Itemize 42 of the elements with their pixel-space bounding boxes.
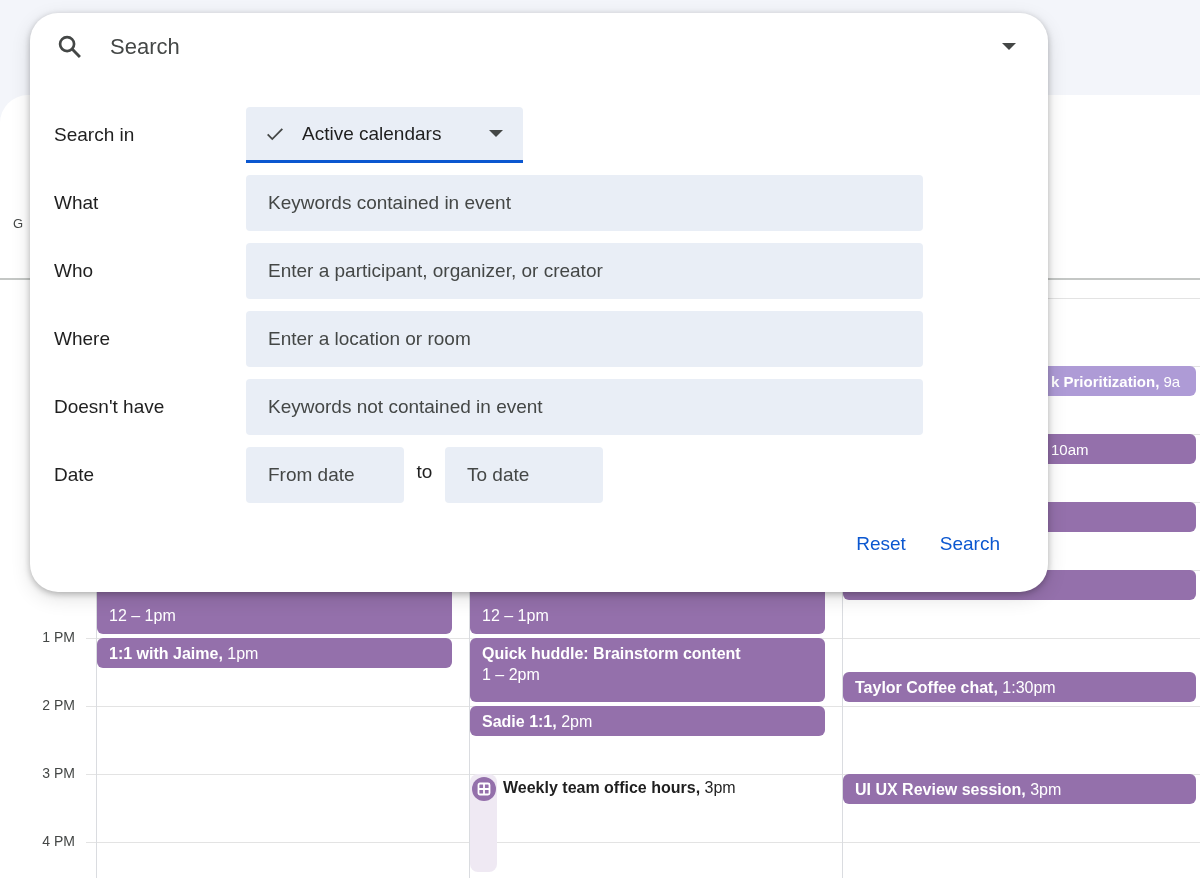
event-title: UI UX Review session, 3pm bbox=[855, 780, 1063, 800]
field-label: Doesn't have bbox=[54, 396, 166, 418]
event-block[interactable]: Sadie 1:1, 2pm bbox=[470, 706, 825, 736]
input-field[interactable]: Keywords contained in event bbox=[246, 175, 923, 231]
search-field[interactable]: Search bbox=[108, 33, 978, 61]
input-field[interactable]: Enter a participant, organizer, or creator bbox=[246, 243, 923, 299]
caret-icon bbox=[489, 129, 503, 138]
event-time: 12 – 1pm bbox=[109, 606, 177, 626]
hour-label: 1 PM bbox=[42, 629, 75, 645]
date-field[interactable]: To date bbox=[445, 447, 603, 503]
reset-button[interactable]: Reset bbox=[844, 525, 918, 563]
field-label: Date bbox=[54, 464, 96, 486]
range-separator: to bbox=[415, 461, 434, 483]
field-label: Search in bbox=[54, 124, 136, 146]
event-block[interactable]: 1:1 with Jaime, 1pm bbox=[97, 638, 452, 668]
event-block[interactable]: UI UX Review session, 3pm bbox=[843, 774, 1196, 804]
event-block[interactable]: Taylor Coffee chat, 1:30pm bbox=[843, 672, 1196, 702]
calendar-select[interactable]: Active calendars bbox=[246, 107, 523, 163]
task-bar[interactable] bbox=[470, 774, 497, 872]
event-time: 12 – 1pm bbox=[482, 606, 550, 626]
field-label: Where bbox=[54, 328, 111, 350]
input-field[interactable]: Keywords not contained in event bbox=[246, 379, 923, 435]
hour-label: 2 PM bbox=[42, 697, 75, 713]
dropdown-caret-icon[interactable] bbox=[1002, 43, 1016, 51]
event-block[interactable]: Quick huddle: Brainstorm content 1 – 2pm bbox=[470, 638, 825, 702]
hour-label: 4 PM bbox=[42, 833, 75, 849]
search-button[interactable]: Search bbox=[927, 525, 1012, 563]
field-label: Who bbox=[54, 260, 95, 282]
event-time: 1 – 2pm bbox=[482, 665, 541, 685]
input-field[interactable]: Enter a location or room bbox=[246, 311, 923, 367]
event-title: 1:1 with Jaime, 1pm bbox=[109, 644, 260, 664]
task-title[interactable]: Weekly team office hours, 3pm bbox=[503, 779, 736, 797]
search-icon bbox=[56, 33, 84, 61]
event-title: Sadie 1:1, 2pm bbox=[482, 712, 594, 732]
event-title: Quick huddle: Brainstorm content bbox=[482, 644, 742, 664]
timezone-label: G bbox=[13, 216, 24, 231]
hour-label: 3 PM bbox=[42, 765, 75, 781]
event-title: Taylor Coffee chat, 1:30pm bbox=[855, 678, 1057, 698]
event-title: k Prioritization, 9a bbox=[1051, 372, 1182, 392]
date-field[interactable]: From date bbox=[246, 447, 404, 503]
field-label: What bbox=[54, 192, 100, 214]
event-title: 10am bbox=[1051, 440, 1090, 460]
